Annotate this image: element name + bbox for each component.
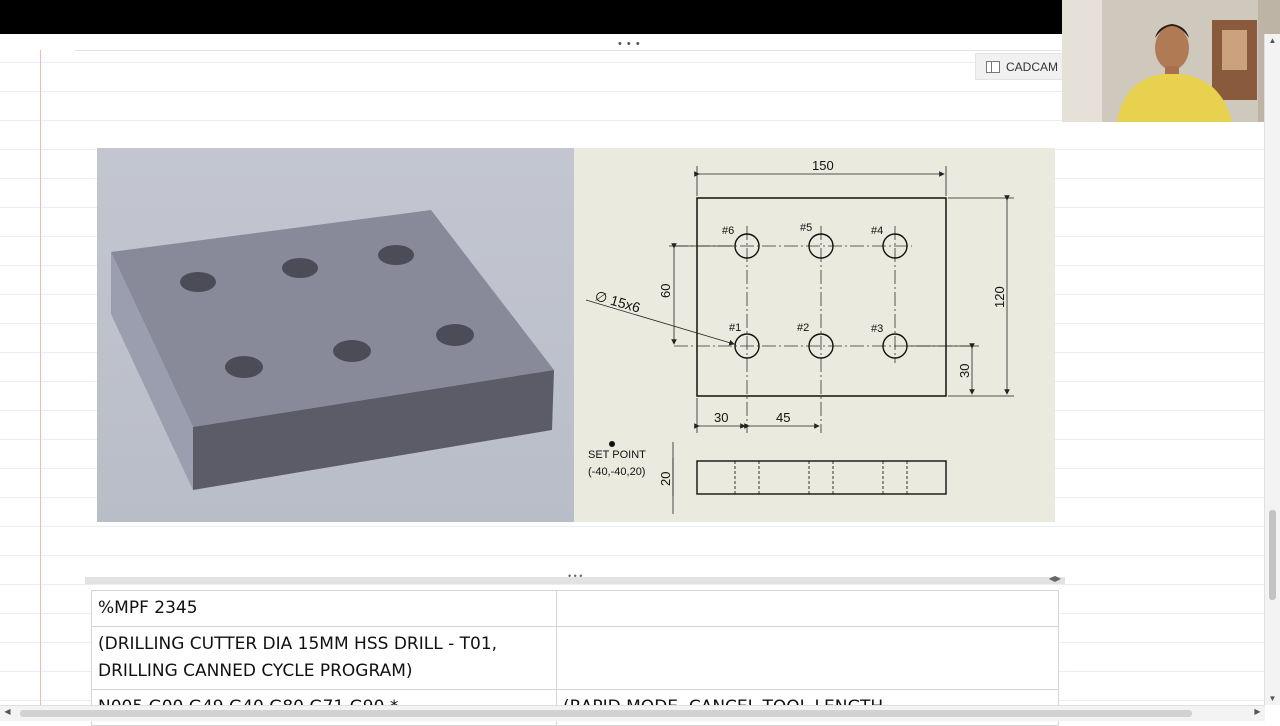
dim-30-right-label: 30 xyxy=(957,364,972,378)
set-point-coords: (-40,-40,20) xyxy=(588,466,645,478)
table-cell[interactable] xyxy=(556,590,1059,627)
table-row: (DRILLING CUTTER DIA 15MM HSS DRILL - T0… xyxy=(91,626,1059,690)
table-cell[interactable]: %MPF 2345 xyxy=(91,590,557,627)
hole-3d xyxy=(333,340,371,362)
drawing-image: #6 #5 #4 #1 #2 #3 150 120 60 30 30 45 ∅ … xyxy=(97,148,1055,522)
note-tag-label: CADCAM xyxy=(1006,59,1059,74)
scroll-left-icon[interactable]: ◀ xyxy=(0,707,15,716)
page-margin-line xyxy=(40,50,41,705)
vertical-scroll-thumb[interactable] xyxy=(1269,510,1276,600)
engineering-drawing: #6 #5 #4 #1 #2 #3 150 120 60 30 30 45 ∅ … xyxy=(574,148,1055,522)
dim-60-label: 60 xyxy=(658,284,673,298)
hole-label-5: #5 xyxy=(800,222,812,234)
hole-3d xyxy=(378,245,414,265)
container-top-border xyxy=(75,50,1065,51)
side-view-outline xyxy=(696,460,947,495)
hole-3d xyxy=(225,356,263,378)
plate-outline xyxy=(696,197,947,397)
note-tag[interactable]: CADCAM xyxy=(975,53,1063,80)
vertical-scrollbar[interactable]: ▲ ▼ xyxy=(1264,34,1280,705)
cell-line: DRILLING CANNED CYCLE PROGRAM) xyxy=(98,661,413,681)
presenter-video xyxy=(1062,0,1280,122)
table-cell[interactable] xyxy=(556,626,1059,690)
notebook-icon xyxy=(986,60,1000,73)
horizontal-scroll-thumb[interactable] xyxy=(20,710,1192,717)
hole-label-3: #3 xyxy=(871,323,883,335)
model-3d-view xyxy=(97,148,574,522)
table-cell[interactable]: (DRILLING CUTTER DIA 15MM HSS DRILL - T0… xyxy=(91,626,557,690)
scroll-up-icon[interactable]: ▲ xyxy=(1265,36,1280,45)
table-resize-handle[interactable]: • • • ◀▶ xyxy=(85,571,1065,584)
dim-20-label: 20 xyxy=(658,472,673,486)
resize-arrows-icon: ◀▶ xyxy=(1048,574,1061,583)
hole-label-4: #4 xyxy=(871,225,883,237)
cell-line: (DRILLING CUTTER DIA 15MM HSS DRILL - T0… xyxy=(98,634,498,654)
scroll-down-icon[interactable]: ▼ xyxy=(1265,694,1280,703)
hole-label-1: #1 xyxy=(729,322,741,334)
hole-label-2: #2 xyxy=(797,322,809,334)
container-grip-icon[interactable]: • • • xyxy=(618,38,641,50)
webcam-overlay xyxy=(1062,0,1280,122)
hole-callout: ∅ 15x6 xyxy=(593,288,642,316)
hole-3d xyxy=(282,258,318,278)
horizontal-scrollbar[interactable]: ◀ ▶ xyxy=(0,705,1265,721)
grip-icon: • • • xyxy=(568,571,583,581)
table-row: %MPF 2345 xyxy=(91,590,1059,627)
hole-3d xyxy=(436,324,474,346)
hole-3d xyxy=(180,272,216,292)
set-point-marker xyxy=(609,441,615,447)
scroll-right-icon[interactable]: ▶ xyxy=(1250,707,1265,716)
set-point-label: SET POINT xyxy=(588,449,646,461)
dim-height-label: 120 xyxy=(992,286,1007,308)
dim-30-bottom-label: 30 xyxy=(714,410,728,425)
hole-label-6: #6 xyxy=(722,225,734,237)
dim-width-label: 150 xyxy=(812,158,834,173)
dim-45-label: 45 xyxy=(776,410,790,425)
program-table-container: • • • ◀▶ %MPF 2345 (DRILLING CUTTER DIA … xyxy=(85,571,1065,726)
